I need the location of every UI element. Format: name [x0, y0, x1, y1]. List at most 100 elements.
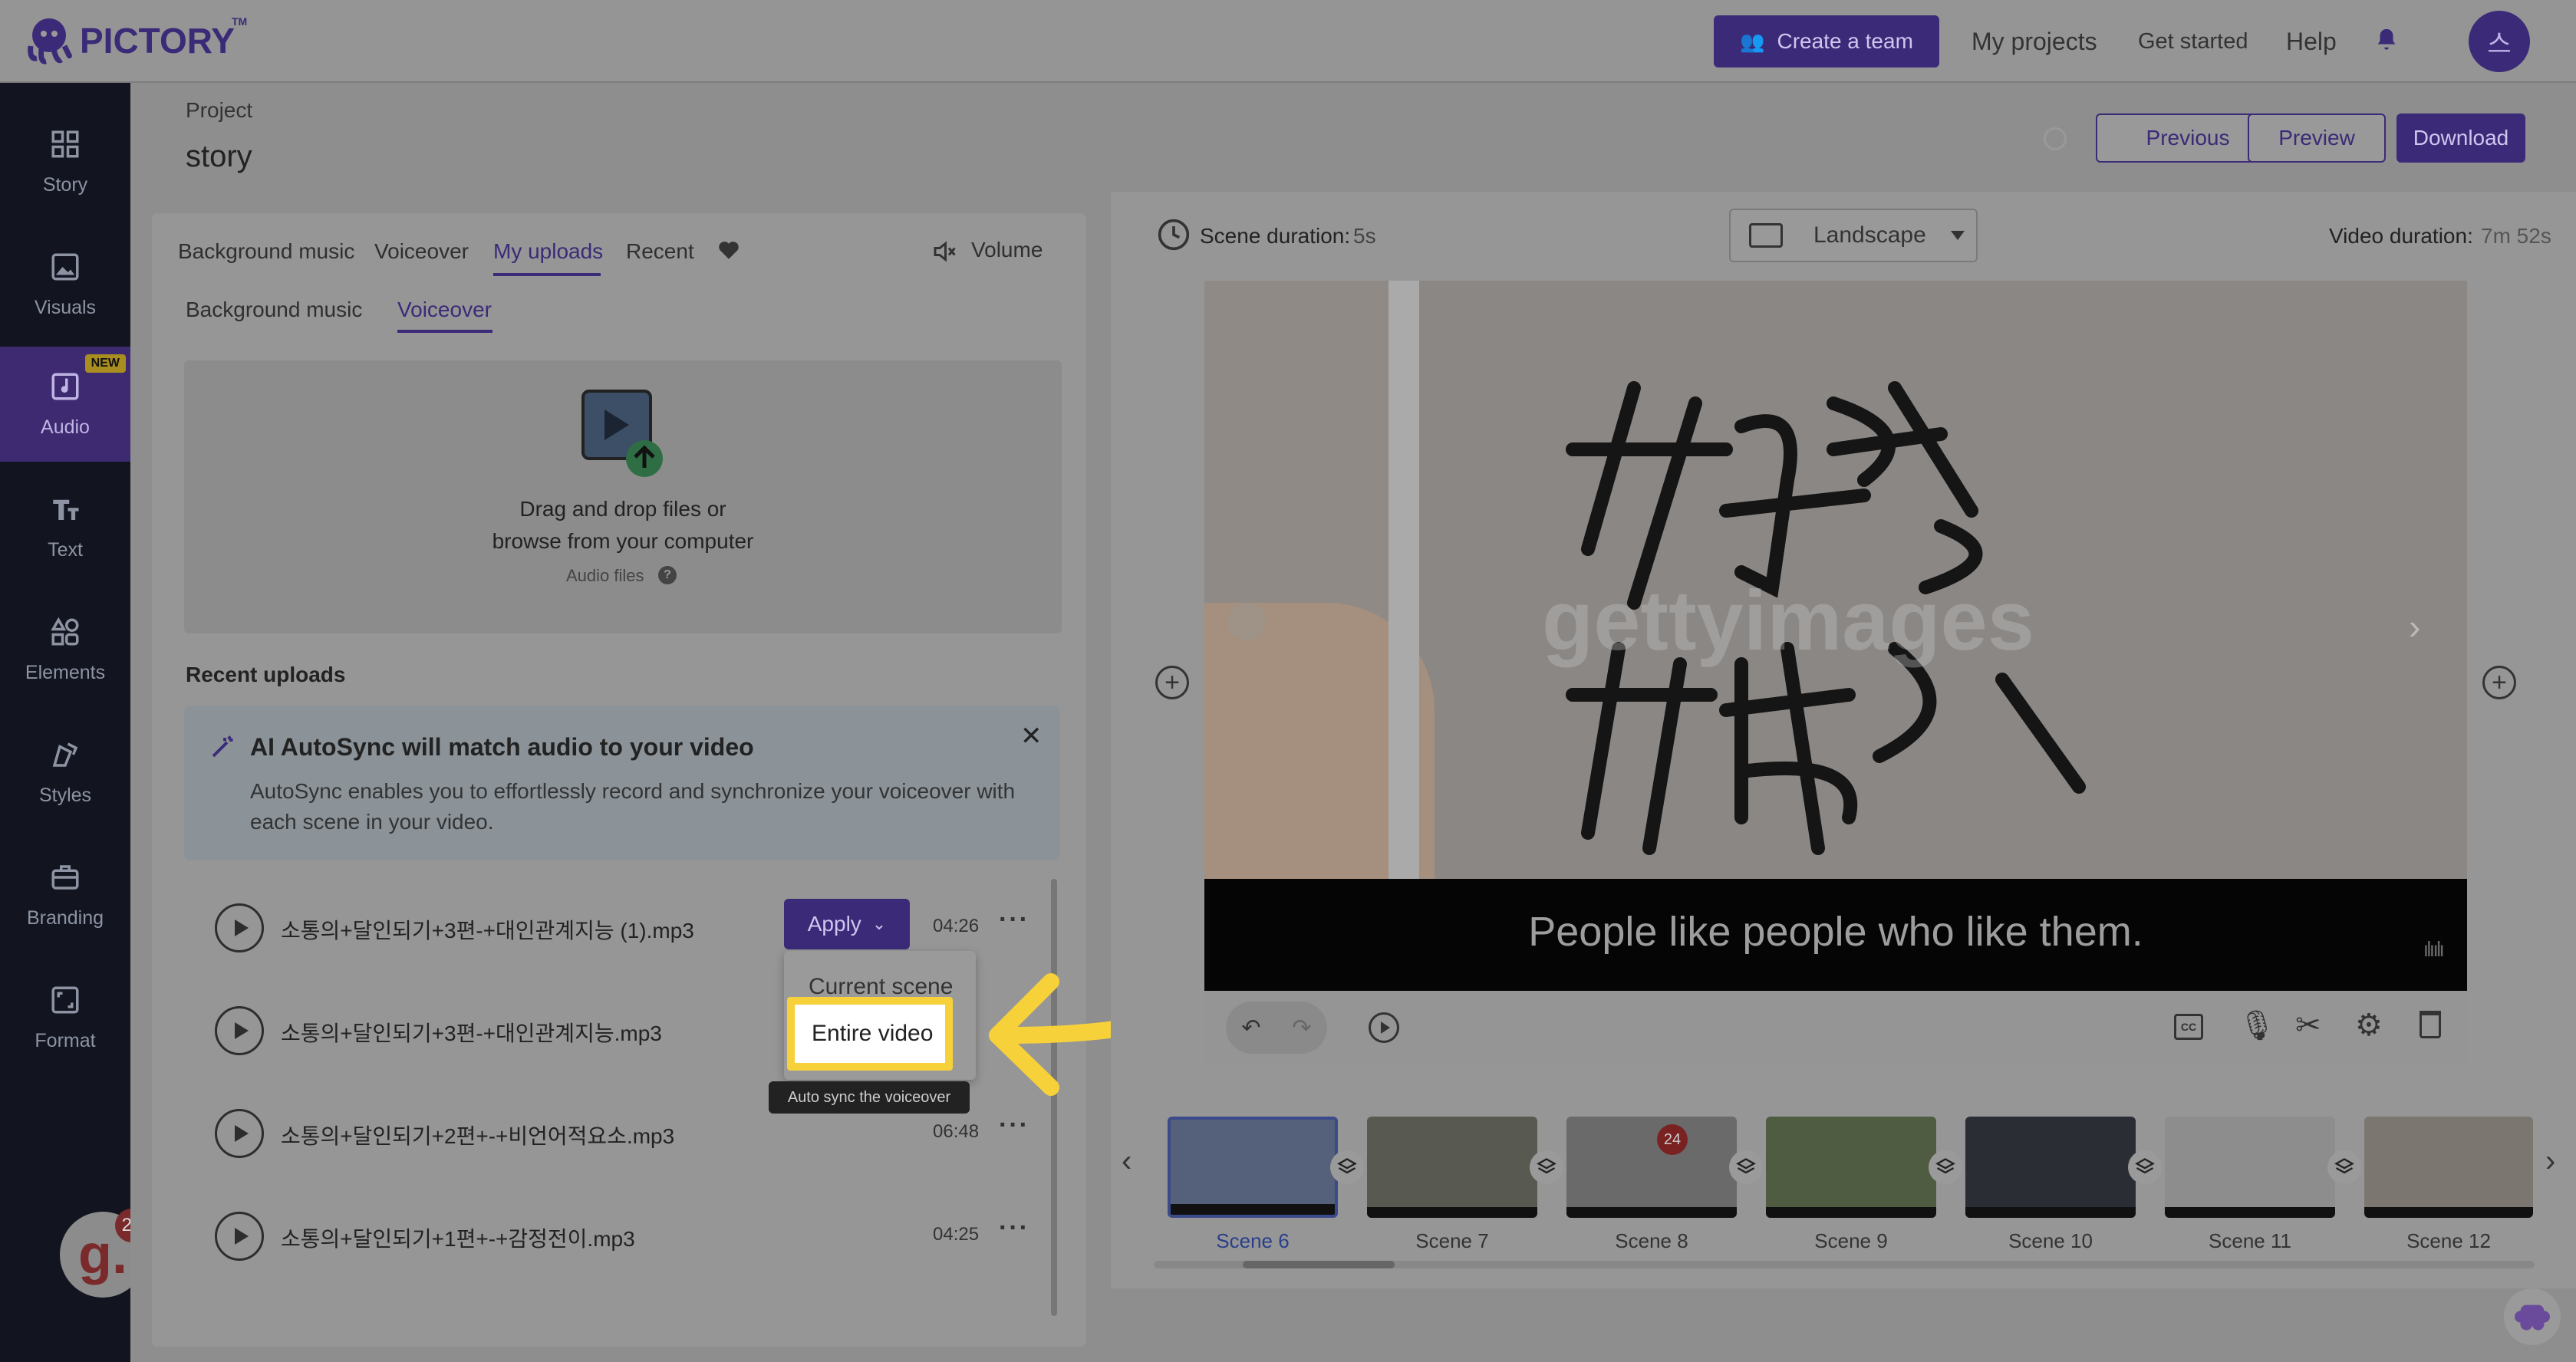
orientation-select[interactable]: Landscape — [1729, 209, 1978, 262]
scene-thumbnail-12[interactable] — [2364, 1117, 2533, 1218]
scene-thumbnail-10[interactable] — [1965, 1117, 2136, 1218]
scene-thumbnail-7[interactable] — [1367, 1117, 1537, 1218]
sidebar-item-visuals[interactable]: Visuals — [0, 227, 130, 342]
redo-icon[interactable]: ↷ — [1292, 1015, 1311, 1041]
subtab-background-music[interactable]: Background music — [186, 298, 362, 322]
my-projects-link[interactable]: My projects — [1972, 28, 2097, 56]
user-avatar[interactable]: 스 — [2469, 11, 2530, 72]
next-arrow-icon[interactable]: › — [2409, 606, 2420, 647]
scene-strip-scrollbar[interactable] — [1154, 1261, 2535, 1268]
sidebar-item-story[interactable]: Story — [0, 104, 130, 219]
left-sidebar: Story Visuals Audio NEW Text Elements St… — [0, 83, 149, 1362]
play-button[interactable] — [215, 903, 264, 952]
scene-duration-value[interactable]: 5s — [1353, 224, 1376, 248]
shapes-icon — [51, 617, 79, 645]
trademark: TM — [232, 15, 248, 28]
sidebar-item-branding[interactable]: Branding — [0, 837, 130, 952]
scene-label: Scene 7 — [1415, 1229, 1489, 1252]
add-scene-right-icon[interactable]: + — [2482, 666, 2516, 699]
tab-my-uploads[interactable]: My uploads — [493, 239, 603, 264]
menu-item-entire-video[interactable]: Entire video — [787, 997, 953, 1071]
scene-thumbnail-6[interactable] — [1168, 1117, 1338, 1218]
scissors-icon[interactable]: ✂ — [2295, 1008, 2321, 1043]
scene-label: Scene 6 — [1216, 1229, 1290, 1252]
dropzone-line2[interactable]: browse from your computer — [184, 529, 1062, 554]
format-icon — [51, 986, 79, 1013]
layers-icon[interactable] — [1729, 1150, 1763, 1184]
scenes-prev-icon[interactable]: ‹ — [1122, 1144, 1132, 1179]
bell-icon[interactable] — [2373, 26, 2400, 54]
breadcrumb[interactable]: Project — [186, 98, 252, 123]
prev-arrow-icon[interactable] — [1227, 603, 1266, 641]
scene-label: Scene 8 — [1615, 1229, 1688, 1252]
menu-item-current-scene[interactable]: Current scene — [809, 974, 953, 1000]
close-icon[interactable]: ✕ — [1020, 721, 1043, 752]
scene-thumbnail-11[interactable] — [2165, 1117, 2335, 1218]
tab-recent[interactable]: Recent — [626, 239, 694, 264]
subtab-voiceover[interactable]: Voiceover — [397, 298, 492, 322]
microphone-icon[interactable]: 🎙 — [2238, 1009, 2275, 1043]
scene-thumbnail-9[interactable] — [1766, 1117, 1936, 1218]
layers-icon[interactable] — [1929, 1150, 1962, 1184]
layers-icon[interactable] — [2327, 1150, 2361, 1184]
image-icon — [51, 253, 79, 280]
layers-icon[interactable] — [2128, 1150, 2162, 1184]
layers-icon[interactable] — [1330, 1150, 1364, 1184]
favorites-heart-icon[interactable] — [715, 236, 743, 262]
notification-badge: 24 — [1657, 1124, 1688, 1155]
file-name: 소통의+달인되기+3편-+대인관계지능 (1).mp3 — [281, 919, 694, 943]
autosync-title: AI AutoSync will match audio to your vid… — [250, 733, 754, 761]
layers-icon[interactable] — [1530, 1150, 1563, 1184]
settings-gear-icon[interactable]: ⚙ — [2355, 1008, 2383, 1043]
volume-icon[interactable] — [930, 238, 959, 265]
volume-label[interactable]: Volume — [971, 238, 1043, 262]
brain-help-icon[interactable] — [2504, 1288, 2561, 1345]
scene-duration-label: Scene duration: — [1200, 224, 1351, 248]
tab-voiceover[interactable]: Voiceover — [374, 239, 469, 264]
closed-captions-icon[interactable]: CC — [2174, 1014, 2203, 1040]
sidebar-item-text[interactable]: Text — [0, 469, 130, 584]
download-button[interactable]: Download — [2396, 114, 2525, 163]
card-edge — [1388, 281, 1419, 879]
subtab-active-underline — [397, 330, 492, 333]
tooltip: Auto sync the voiceover — [769, 1081, 970, 1114]
scrollbar-thumb[interactable] — [1243, 1261, 1395, 1268]
scene-preview[interactable]: gettyimages › — [1204, 281, 2467, 879]
play-button[interactable] — [215, 1212, 264, 1261]
scene-label: Scene 9 — [1814, 1229, 1888, 1252]
add-scene-left-icon[interactable]: + — [1155, 666, 1189, 699]
more-options-icon[interactable]: ··· — [999, 1213, 1029, 1243]
play-button[interactable] — [215, 1006, 264, 1055]
sidebar-item-audio[interactable]: Audio NEW — [0, 347, 130, 462]
caption-bar: People like people who like them. ılıılı — [1204, 879, 2467, 991]
sidebar-item-format[interactable]: Format — [0, 960, 130, 1075]
help-question-icon[interactable]: ? — [658, 566, 677, 584]
preview-button[interactable]: Preview — [2248, 114, 2386, 163]
project-title[interactable]: story — [186, 140, 252, 174]
file-duration: 06:48 — [933, 1121, 980, 1142]
trash-icon[interactable] — [2420, 1011, 2441, 1038]
play-button[interactable] — [215, 1109, 264, 1158]
undo-icon[interactable]: ↶ — [1241, 1015, 1260, 1041]
more-options-icon[interactable]: ··· — [999, 1110, 1029, 1140]
team-icon: 👥 — [1740, 29, 1765, 53]
caption-text[interactable]: People like people who like them. — [1204, 908, 2467, 956]
tab-background-music[interactable]: Background music — [178, 239, 354, 264]
file-duration: 04:26 — [933, 916, 980, 936]
get-started-link[interactable]: Get started — [2138, 29, 2248, 54]
scenes-next-icon[interactable]: › — [2545, 1144, 2555, 1179]
video-duration-value: 7m 52s — [2481, 224, 2551, 248]
create-team-button[interactable]: 👥 Create a team — [1714, 15, 1939, 67]
apply-button[interactable]: Apply ⌄ — [784, 899, 910, 949]
landscape-icon — [1749, 223, 1783, 248]
sidebar-item-elements[interactable]: Elements — [0, 592, 130, 707]
app-logo-text[interactable]: PICTORY — [80, 20, 235, 61]
video-duration-label: Video duration: — [2329, 224, 2473, 248]
play-preview-icon[interactable] — [1369, 1012, 1399, 1043]
chevron-down-icon — [1950, 231, 1965, 240]
audio-files-hint: Audio files — [566, 566, 644, 585]
help-link[interactable]: Help — [2286, 28, 2337, 56]
sidebar-item-styles[interactable]: Styles — [0, 715, 130, 830]
file-name: 소통의+달인되기+3편-+대인관계지능.mp3 — [281, 1022, 662, 1045]
scene-thumbnail-8[interactable]: 24 — [1566, 1117, 1737, 1218]
